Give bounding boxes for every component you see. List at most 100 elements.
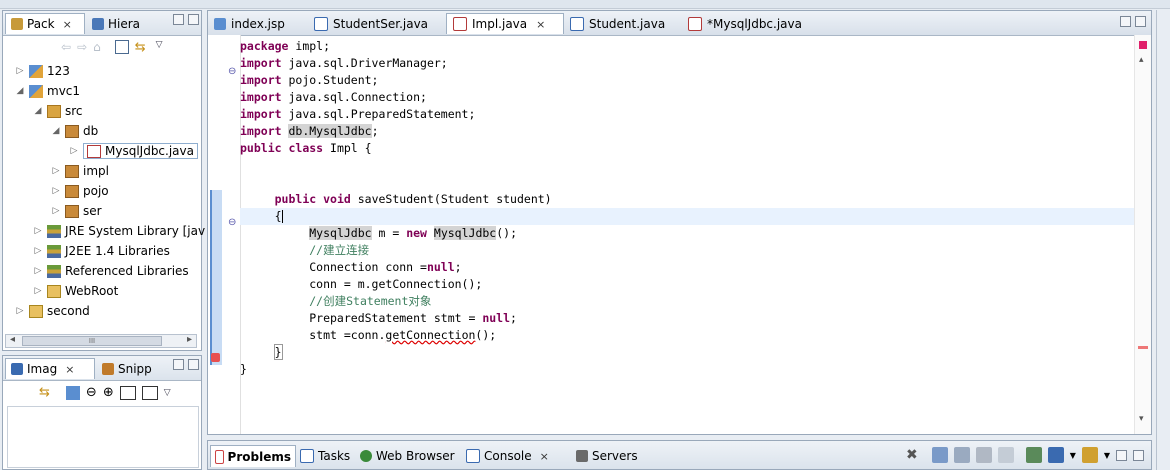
tab-label: StudentSer.java xyxy=(333,16,429,31)
link-icon[interactable]: ⇆ xyxy=(39,385,50,400)
minimize-icon[interactable] xyxy=(1116,449,1128,461)
expand-twisty-icon[interactable]: ▷ xyxy=(51,186,61,196)
collapse-all-icon[interactable] xyxy=(114,40,129,54)
tree-item-label: JRE System Library [jav xyxy=(65,224,206,238)
tree-item-pojo[interactable]: ▷ pojo xyxy=(51,181,109,201)
editor-tab-studentser-java[interactable]: StudentSer.java xyxy=(308,13,446,34)
scroll-lock-icon[interactable] xyxy=(997,447,1014,463)
tree-item-impl[interactable]: ▷ impl xyxy=(51,161,109,181)
console-toolbar: ✖ ▼ ▼ xyxy=(906,447,1145,463)
expand-twisty-icon[interactable]: ▷ xyxy=(33,266,43,276)
expand-twisty-icon[interactable]: ▷ xyxy=(69,146,79,156)
close-icon[interactable]: × xyxy=(536,18,545,31)
error-location-marker[interactable] xyxy=(1138,346,1148,349)
tab-hierarchy[interactable]: Hiera xyxy=(87,13,161,34)
scroll-right-icon[interactable]: ▸ xyxy=(187,334,192,345)
code-line: package impl; xyxy=(240,39,331,53)
up-folder-icon[interactable]: ⌂ xyxy=(93,40,101,55)
tree-item-ser[interactable]: ▷ ser xyxy=(51,201,102,221)
editor-tab-impl-java[interactable]: Impl.java × xyxy=(446,13,564,34)
expand-twisty-icon[interactable]: ▷ xyxy=(33,286,43,296)
scroll-up-icon[interactable]: ▴ xyxy=(1139,55,1144,65)
minimize-icon[interactable] xyxy=(173,359,184,370)
open-console-icon[interactable] xyxy=(1081,447,1098,463)
tree-item-referenced-libraries[interactable]: ▷ Referenced Libraries xyxy=(33,261,189,281)
library-icon xyxy=(47,224,61,238)
display-console-icon[interactable] xyxy=(1047,447,1064,463)
minimize-icon[interactable] xyxy=(1120,16,1131,27)
tab-label: Snipp xyxy=(118,361,152,376)
tree-item-jre-library[interactable]: ▷ JRE System Library [jav xyxy=(33,221,206,241)
editor-tab-student-java[interactable]: Student.java xyxy=(564,13,682,34)
view-menu-chevron-icon[interactable]: ▽ xyxy=(164,388,171,398)
editor-tab-index-jsp[interactable]: index.jsp xyxy=(208,13,308,34)
maximize-icon[interactable] xyxy=(1135,16,1146,27)
fit-window-icon[interactable] xyxy=(141,385,158,400)
tab-console[interactable]: Console × xyxy=(462,445,558,467)
tree-item-mysqljdbc-java[interactable]: ▷ MysqlJdbc.java xyxy=(69,141,198,161)
tree-item-label: pojo xyxy=(83,184,109,198)
minimize-icon[interactable] xyxy=(173,14,184,25)
chevron-down-icon[interactable]: ▼ xyxy=(1070,451,1076,460)
code-text-area[interactable]: package impl; import java.sql.DriverMana… xyxy=(240,38,1135,378)
tab-label: Pack xyxy=(27,17,55,31)
collapse-twisty-icon[interactable]: ◢ xyxy=(15,86,25,96)
expand-twisty-icon[interactable]: ▷ xyxy=(15,66,25,76)
tree-item-mvc1[interactable]: ◢ mvc1 xyxy=(15,81,81,101)
zoom-in-icon[interactable]: ⊕ xyxy=(103,385,114,400)
close-icon[interactable]: × xyxy=(65,363,74,376)
remove-all-icon[interactable] xyxy=(953,447,970,463)
zoom-out-icon[interactable]: ⊖ xyxy=(86,385,97,400)
view-menu-chevron-icon[interactable]: ▽ xyxy=(156,40,163,55)
fold-collapse-icon[interactable]: ⊖ xyxy=(228,217,236,228)
fit-image-icon[interactable] xyxy=(65,385,80,400)
expand-twisty-icon[interactable]: ▷ xyxy=(51,166,61,176)
tab-label: Servers xyxy=(592,449,638,463)
scroll-down-icon[interactable]: ▾ xyxy=(1139,414,1144,424)
scroll-left-icon[interactable]: ◂ xyxy=(10,334,15,345)
pin-console-icon[interactable] xyxy=(1025,447,1042,463)
chevron-down-icon[interactable]: ▼ xyxy=(1104,451,1110,460)
link-with-editor-icon[interactable]: ⇆ xyxy=(135,40,146,55)
expand-twisty-icon[interactable]: ▷ xyxy=(15,306,25,316)
maximize-icon[interactable] xyxy=(188,359,199,370)
horizontal-scrollbar[interactable]: ◂ III ▸ xyxy=(5,334,197,348)
error-summary-icon[interactable] xyxy=(1139,41,1147,49)
tab-servers[interactable]: Servers xyxy=(572,445,652,467)
tree-item-j2ee-libraries[interactable]: ▷ J2EE 1.4 Libraries xyxy=(33,241,170,261)
clear-console-icon[interactable] xyxy=(975,447,992,463)
tab-package-explorer[interactable]: Pack × xyxy=(5,13,85,34)
collapse-twisty-icon[interactable]: ◢ xyxy=(51,126,61,136)
editor-ruler: ⊖ ⊖ xyxy=(208,35,241,434)
forward-arrow-icon[interactable]: ⇨ xyxy=(77,40,87,55)
maximize-icon[interactable] xyxy=(1133,449,1145,461)
tree-item-123[interactable]: ▷ 123 xyxy=(15,61,70,81)
tab-problems[interactable]: Problems xyxy=(210,445,296,467)
tree-item-db[interactable]: ◢ db xyxy=(51,121,99,141)
remove-launch-icon[interactable] xyxy=(931,447,948,463)
back-arrow-icon[interactable]: ⇦ xyxy=(61,40,71,55)
fold-collapse-icon[interactable]: ⊖ xyxy=(228,66,236,77)
actual-size-icon[interactable] xyxy=(119,385,136,400)
maximize-icon[interactable] xyxy=(188,14,199,25)
terminate-icon[interactable]: ✖ xyxy=(906,447,918,463)
image-canvas[interactable] xyxy=(7,406,199,468)
tab-web-browser[interactable]: Web Browser xyxy=(356,445,462,467)
code-line: } xyxy=(273,344,283,360)
tab-snippets[interactable]: Snipp xyxy=(97,358,167,379)
tab-image-viewer[interactable]: Imag × xyxy=(5,358,95,379)
tree-item-second[interactable]: ▷ second xyxy=(15,301,90,321)
expand-twisty-icon[interactable]: ▷ xyxy=(33,226,43,236)
expand-twisty-icon[interactable]: ▷ xyxy=(33,246,43,256)
quick-diff-marker xyxy=(210,190,222,365)
tab-tasks[interactable]: Tasks xyxy=(296,445,356,467)
close-icon[interactable]: × xyxy=(63,18,72,31)
collapse-twisty-icon[interactable]: ◢ xyxy=(33,106,43,116)
close-icon[interactable]: × xyxy=(540,450,549,463)
error-marker-icon[interactable] xyxy=(211,353,220,362)
expand-twisty-icon[interactable]: ▷ xyxy=(51,206,61,216)
tree-item-src[interactable]: ◢ src xyxy=(33,101,83,121)
tree-item-webroot[interactable]: ▷ WebRoot xyxy=(33,281,119,301)
editor-tab-mysqljdbc-java[interactable]: *MysqlJdbc.java xyxy=(682,13,828,34)
scrollbar-thumb[interactable]: III xyxy=(22,336,162,346)
